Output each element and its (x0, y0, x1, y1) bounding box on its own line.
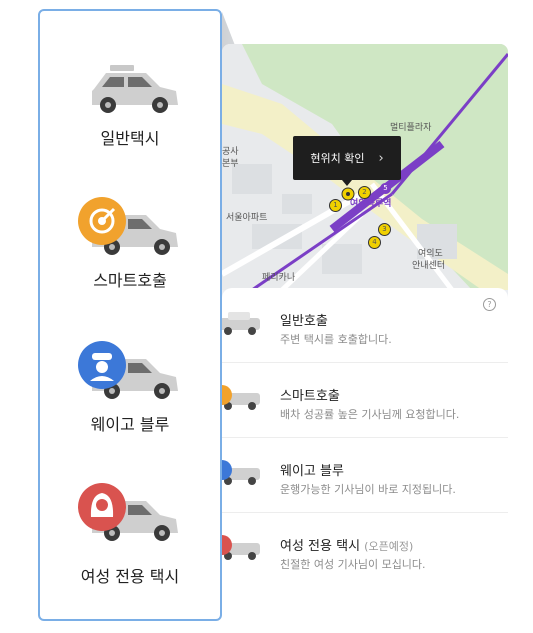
woman-taxi-icon (78, 483, 178, 541)
exit-5: 5 (380, 183, 391, 194)
menu-item-women-only[interactable]: 여성 전용 택시 (40, 483, 220, 603)
map-label-bonbu: 본부 (222, 159, 239, 169)
location-confirm-button[interactable]: 현위치 확인 › (293, 136, 401, 186)
taxi-icon (92, 65, 178, 113)
map-label-ferrari: 페리카나 (262, 273, 296, 283)
exit-3: 3 (378, 223, 391, 236)
option-title: 여성 전용 택시 (오픈예정) (280, 539, 414, 554)
phone-screen: 멀티플라자 공사 본부 서울아파트 여의나루역 페리카나 여의도 안내센터 1 … (222, 44, 508, 633)
call-type-sheet: ? 일반호출 주변 택시를 호출합니다. 스마트호출 배차 성공률 높은 기사님… (222, 288, 508, 633)
map-view[interactable]: 멀티플라자 공사 본부 서울아파트 여의나루역 페리카나 여의도 안내센터 1 … (222, 44, 508, 290)
map-label-station: 여의나루역 (350, 199, 392, 209)
chauffeur-taxi-icon (78, 341, 178, 399)
option-title: 일반호출 (280, 314, 328, 329)
taxi-icon (222, 312, 260, 335)
menu-item-label: 여성 전용 택시 (80, 567, 180, 586)
option-general-call[interactable]: 일반호출 주변 택시를 호출합니다. (222, 288, 508, 363)
option-women-only[interactable]: 여성 전용 택시 (오픈예정) 친절한 여성 기사님이 모십니다. (222, 513, 508, 588)
chauffeur-taxi-icon (222, 460, 260, 485)
exit-1: 1 (329, 199, 342, 212)
woman-taxi-icon (222, 535, 260, 560)
option-desc: 운행가능한 기사님이 바로 지정됩니다. (280, 483, 456, 496)
exit-4: 4 (368, 236, 381, 249)
option-smart-call[interactable]: 스마트호출 배차 성공률 높은 기사님께 요청합니다. (222, 363, 508, 438)
call-type-card: 일반택시 스마트호출 웨이고 블루 여성 전용 택시 (38, 9, 222, 621)
menu-item-label: 스마트호출 (93, 271, 167, 290)
menu-item-label: 일반택시 (100, 129, 160, 148)
map-label-info2: 안내센터 (412, 261, 446, 271)
target-taxi-icon (78, 197, 178, 255)
location-confirm-label: 현위치 확인 (310, 152, 365, 165)
chevron-right-icon: › (378, 150, 384, 166)
option-title: 스마트호출 (280, 389, 340, 404)
menu-item-label: 웨이고 블루 (90, 415, 170, 434)
menu-item-smart-call[interactable]: 스마트호출 (40, 197, 220, 317)
option-title: 웨이고 블루 (280, 464, 344, 479)
map-label-plaza: 멀티플라자 (390, 123, 432, 133)
option-desc: 친절한 여성 기사님이 모십니다. (280, 558, 426, 571)
map-label-apt: 서울아파트 (226, 213, 268, 223)
exit-2: 2 (358, 186, 371, 199)
option-desc: 배차 성공률 높은 기사님께 요청합니다. (280, 408, 460, 421)
option-waygo-blue[interactable]: 웨이고 블루 운행가능한 기사님이 바로 지정됩니다. (222, 438, 508, 513)
menu-item-waygo-blue[interactable]: 웨이고 블루 (40, 341, 220, 461)
menu-item-general-taxi[interactable]: 일반택시 (40, 61, 220, 181)
option-desc: 주변 택시를 호출합니다. (280, 333, 392, 346)
target-taxi-icon (222, 385, 260, 410)
